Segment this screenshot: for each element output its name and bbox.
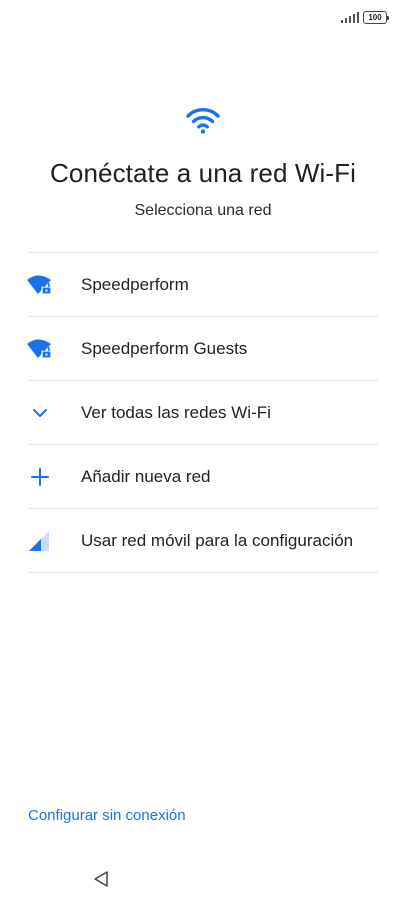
network-label: Speedperform Guests	[81, 338, 248, 358]
status-bar: 100	[0, 0, 406, 36]
use-mobile-network-label: Usar red móvil para la configuración	[81, 530, 354, 550]
battery-cap	[387, 15, 389, 20]
chevron-down-icon	[27, 400, 53, 426]
add-network-item[interactable]: Añadir nueva red	[28, 445, 378, 509]
page-subtitle: Selecciona una red	[134, 202, 272, 219]
use-mobile-network-item[interactable]: Usar red móvil para la configuración	[28, 509, 378, 573]
setup-offline-link[interactable]: Configurar sin conexión	[28, 807, 186, 824]
network-item-speedperform-guests[interactable]: Speedperform Guests	[27, 317, 378, 381]
battery-indicator: 100	[363, 11, 389, 24]
network-label: Speedperform	[81, 274, 189, 294]
page-title: Conéctate a una red Wi-Fi	[50, 158, 356, 188]
wifi-icon	[186, 108, 220, 134]
see-all-networks-item[interactable]: Ver todas las redes Wi-Fi	[28, 381, 378, 445]
mobile-signal-icon	[27, 528, 53, 554]
plus-icon	[27, 464, 53, 490]
wifi-lock-icon	[27, 272, 53, 298]
cellular-signal-icon	[341, 12, 359, 23]
wifi-setup-screen: 100 Conéctate a una red Wi-Fi Selecciona…	[0, 0, 406, 902]
network-item-speedperform[interactable]: Speedperform	[27, 253, 378, 317]
network-list: Speedperform Speedperform Guests Ver tod…	[27, 252, 378, 573]
back-triangle-icon[interactable]	[90, 868, 112, 890]
battery-level: 100	[363, 11, 387, 24]
add-network-label: Añadir nueva red	[81, 466, 211, 486]
status-indicators: 100	[341, 11, 389, 24]
see-all-networks-label: Ver todas las redes Wi-Fi	[81, 402, 271, 422]
wifi-lock-icon	[27, 336, 53, 362]
